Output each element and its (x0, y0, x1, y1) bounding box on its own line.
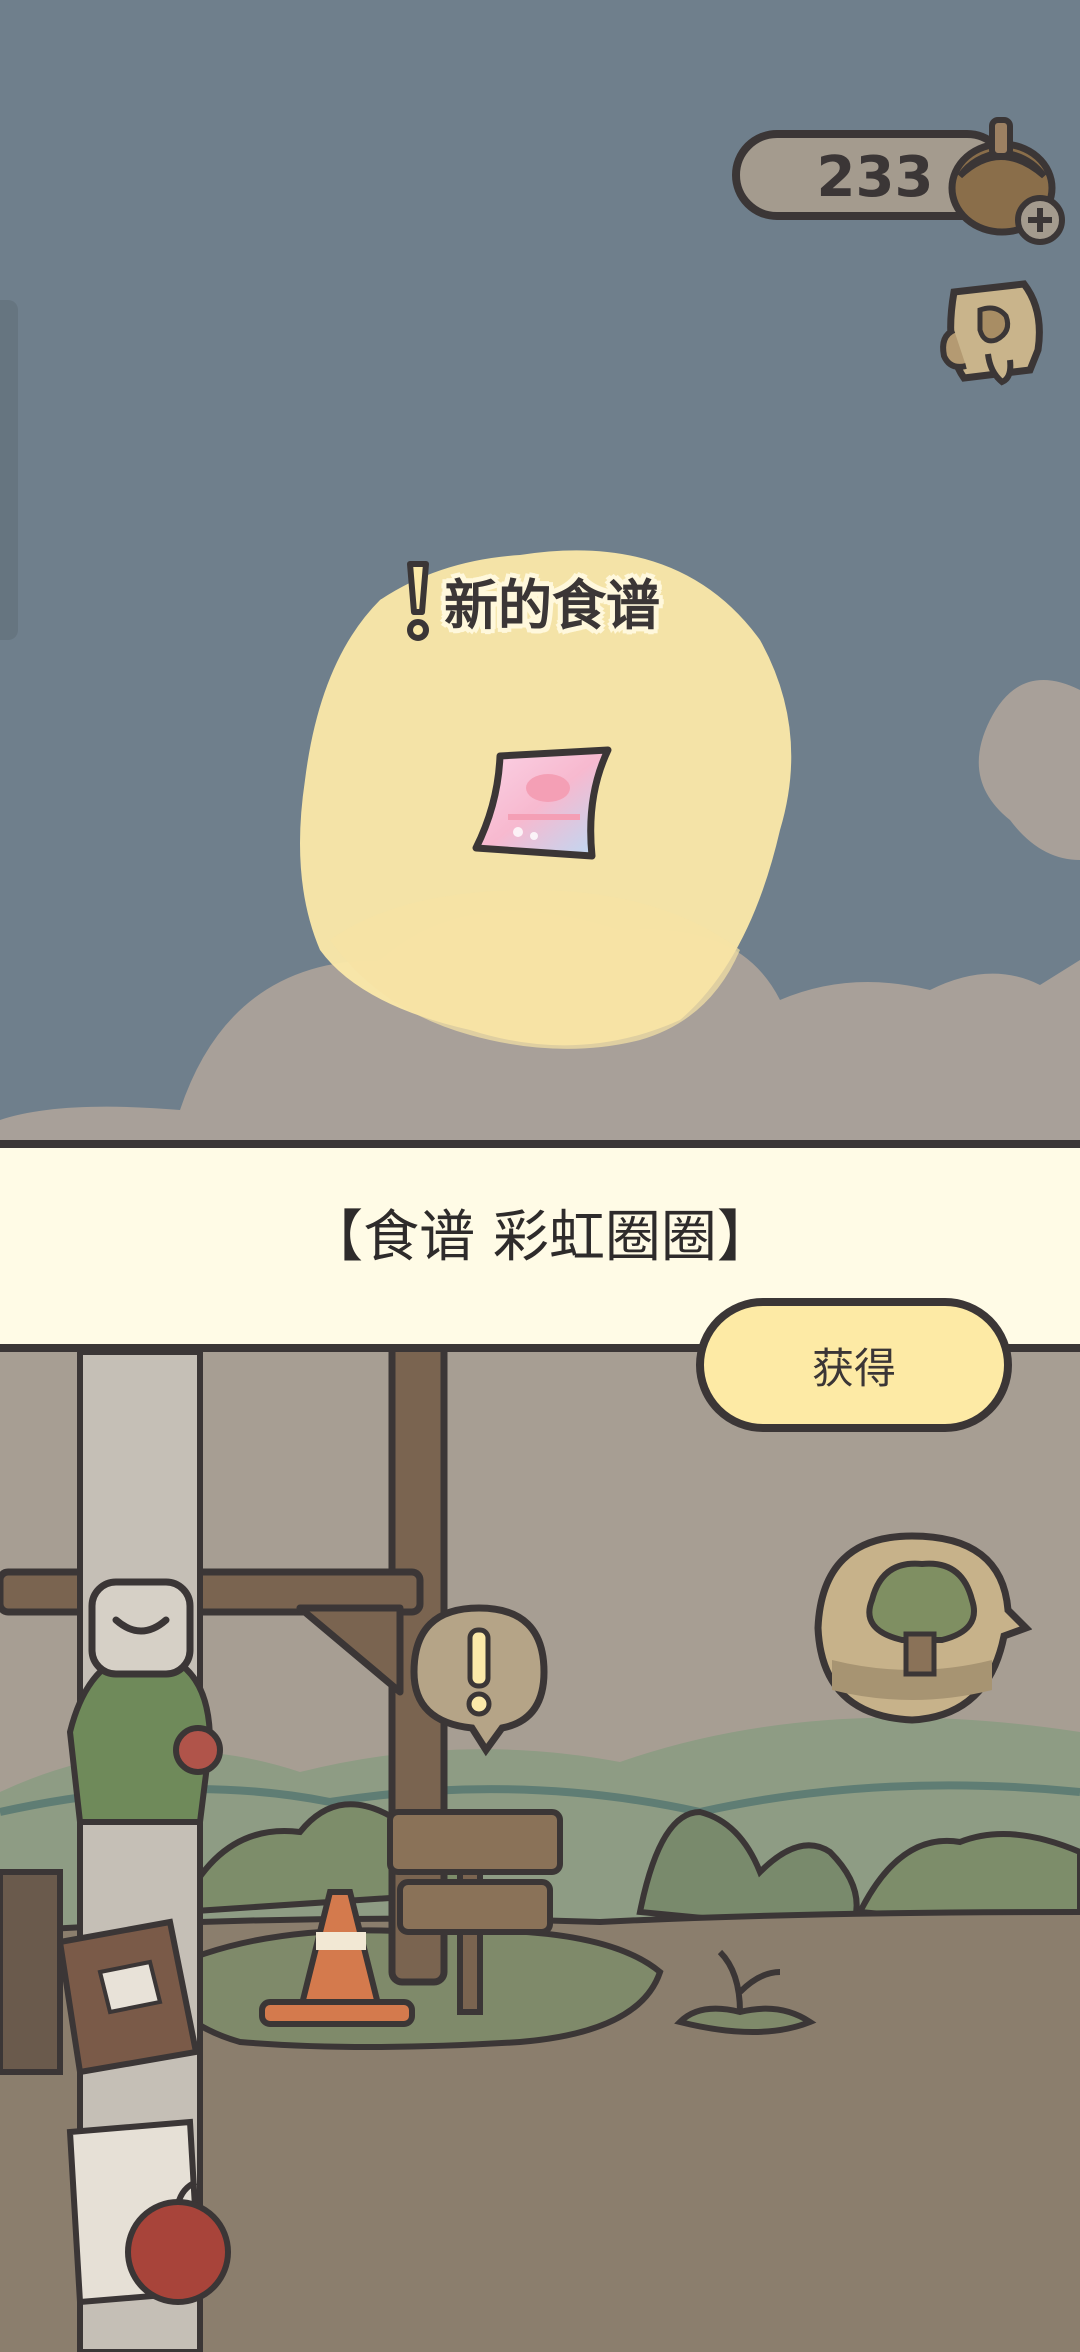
side-drawer-tab[interactable] (0, 300, 18, 640)
chevron-down-bubble-icon[interactable] (86, 1576, 196, 1680)
currency-value: 233 (816, 145, 934, 210)
acorn-icon[interactable] (940, 108, 1070, 248)
garden-scene (0, 1352, 1080, 2352)
obtain-button[interactable]: 获得 (696, 1298, 1012, 1432)
scroll-icon[interactable] (926, 270, 1056, 400)
popup-title: 新的食谱 (400, 560, 700, 641)
exclamation-icon (407, 561, 429, 641)
rainbow-recipe-card-icon (472, 746, 612, 860)
popup-title-text: 新的食谱 (444, 573, 660, 637)
tree-house-bubble-icon[interactable] (812, 1530, 1032, 1726)
exclamation-bubble-icon[interactable] (406, 1600, 552, 1758)
